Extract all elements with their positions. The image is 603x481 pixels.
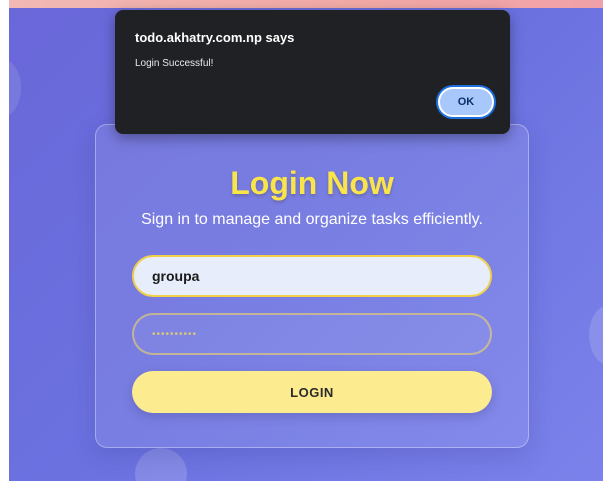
login-title: Login Now [230, 165, 394, 201]
login-subtitle: Sign in to manage and organize tasks eff… [141, 211, 483, 228]
login-button[interactable]: LOGIN [132, 371, 492, 413]
login-card: Login Now Sign in to manage and organize… [95, 124, 529, 448]
dialog-origin: todo.akhatry.com.np says [135, 30, 295, 45]
decorative-bubble [589, 305, 603, 365]
decorative-bubble [9, 60, 21, 116]
alert-dialog: todo.akhatry.com.np says Login Successfu… [115, 10, 510, 134]
page-background: Login Now Sign in to manage and organize… [9, 0, 603, 481]
decorative-bubble [135, 448, 187, 481]
password-input[interactable] [132, 313, 492, 355]
username-input[interactable] [132, 255, 492, 297]
dialog-ok-button[interactable]: OK [438, 87, 494, 117]
dialog-message: Login Successful! [135, 58, 214, 69]
top-strip [9, 0, 603, 8]
